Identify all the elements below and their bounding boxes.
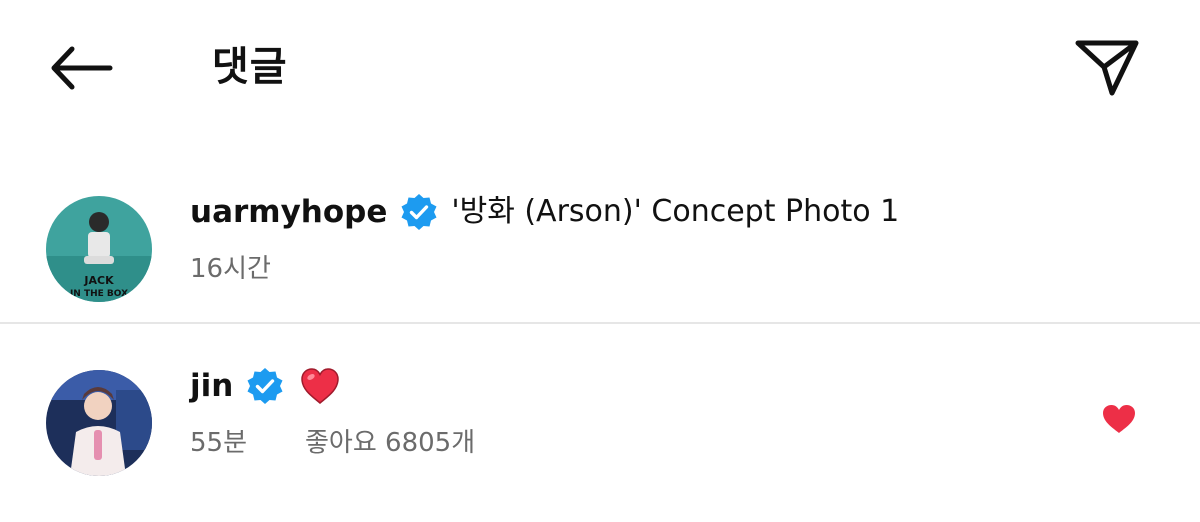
avatar-uarmyhope[interactable]: JACK IN THE BOX (46, 196, 152, 302)
back-button[interactable] (36, 30, 126, 106)
like-button[interactable] (1096, 398, 1142, 440)
red-heart-emoji-icon (299, 366, 341, 406)
avatar-logo-text: JACK (83, 274, 114, 287)
caption-meta: 16시간 (190, 248, 271, 285)
header: 댓글 (0, 0, 1200, 140)
page-title: 댓글 (212, 44, 288, 90)
timestamp: 55분 (190, 428, 248, 458)
avatar-jin[interactable] (46, 370, 152, 476)
heart-filled-icon (1103, 405, 1135, 433)
svg-text:IN THE BOX: IN THE BOX (70, 289, 128, 299)
divider (0, 322, 1200, 324)
username[interactable]: jin (190, 362, 233, 410)
caption-comment: JACK IN THE BOX uarmyhope '방화 (Arson)' C… (0, 180, 1200, 320)
paper-plane-icon (1075, 40, 1139, 96)
avatar-image: JACK IN THE BOX (46, 196, 152, 302)
caption-name-line: uarmyhope '방화 (Arson)' Concept Photo 1 (190, 188, 899, 236)
username[interactable]: uarmyhope (190, 188, 387, 236)
reply-name-line: jin (190, 362, 341, 410)
reply-comment: jin 55분 좋아요 6805개 (0, 360, 1200, 500)
verified-badge-icon (399, 192, 439, 232)
reply-meta: 55분 좋아요 6805개 (190, 422, 475, 459)
likes-count[interactable]: 좋아요 6805개 (305, 422, 475, 459)
caption-text: '방화 (Arson)' Concept Photo 1 (451, 194, 900, 229)
avatar-image (46, 370, 152, 476)
verified-badge-icon (245, 366, 285, 406)
arrow-left-icon (51, 46, 113, 90)
share-button[interactable] (1062, 30, 1152, 106)
comments-screen: 댓글 JACK IN THE BOX uarmyhope '방화 (Arson)… (0, 0, 1200, 522)
timestamp: 16시간 (190, 254, 271, 284)
